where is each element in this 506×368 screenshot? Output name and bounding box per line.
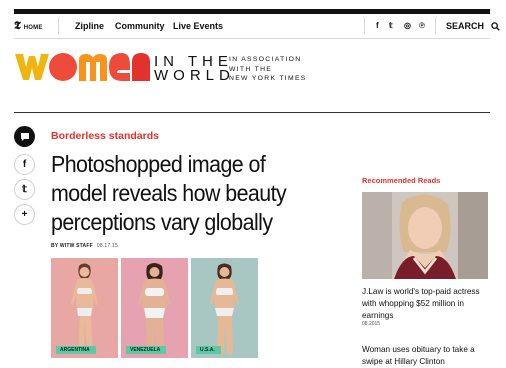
assoc-line-2: WITH THE [229, 65, 273, 73]
recommended-headline-2[interactable]: Woman uses obituary to take a swipe at H… [362, 344, 490, 368]
logo-association-text: IN ASSOCIATION WITH THE NEW YORK TIMES [229, 55, 307, 84]
facebook-icon: f [22, 159, 27, 170]
article-kicker[interactable]: Borderless standards [51, 130, 159, 142]
header-rule [14, 112, 490, 113]
plus-icon: + [21, 209, 28, 220]
nav-divider [435, 18, 436, 34]
photo-label: U.S.A. [196, 346, 221, 354]
recommended-image[interactable] [362, 192, 488, 279]
nav-link-community[interactable]: Community [115, 14, 165, 38]
home-link[interactable]: 𝕿 HOME [14, 14, 43, 38]
twitter-icon[interactable]: 𝕥 [389, 14, 393, 38]
instagram-icon[interactable]: ◎ [404, 14, 411, 38]
search-button[interactable]: SEARCH [446, 14, 500, 38]
article-photo-venezuela[interactable]: VENEZUELA [121, 258, 188, 358]
recommended-reads-title: Recommended Reads [362, 176, 441, 185]
more-share-button[interactable]: + [14, 204, 35, 225]
article-photo-usa[interactable]: U.S.A. [191, 258, 258, 358]
top-nav: 𝕿 HOME Zipline Community Live Events f 𝕥 … [14, 14, 500, 39]
actress-photo [362, 192, 488, 279]
twitter-icon: 𝕥 [22, 184, 27, 195]
author: BY WITW STAFF [51, 243, 93, 249]
nav-link-zipline[interactable]: Zipline [75, 14, 104, 38]
nav-divider [364, 18, 365, 34]
facebook-icon[interactable]: f [376, 14, 379, 38]
recommended-headline[interactable]: J.Law is world's top-paid actress with w… [362, 286, 490, 322]
model-figure [121, 258, 188, 358]
recommended-date: 08.2015 [362, 321, 381, 327]
article-byline: BY WITW STAFF 08.17.15 [51, 243, 118, 249]
search-label: SEARCH [446, 21, 485, 31]
photo-label: ARGENTINA [56, 346, 96, 354]
photo-label: VENEZUELA [126, 346, 167, 354]
home-label: HOME [23, 25, 43, 31]
search-icon [490, 22, 500, 31]
facebook-share-button[interactable]: f [14, 154, 35, 175]
women-logo[interactable] [14, 50, 151, 84]
logo-world: WORLD [154, 67, 235, 84]
publish-date: 08.17.15 [96, 243, 118, 249]
comment-icon [20, 132, 29, 141]
nyt-logo-icon: 𝕿 [14, 19, 21, 32]
nav-divider [58, 18, 59, 34]
twitter-share-button[interactable]: 𝕥 [14, 179, 35, 200]
nav-link-live-events[interactable]: Live Events [173, 14, 223, 38]
assoc-line-3: NEW YORK TIMES [229, 75, 307, 83]
model-figure [191, 258, 258, 358]
model-figure [51, 258, 118, 358]
pinterest-icon[interactable]: ℗ [419, 14, 425, 38]
assoc-line-1: IN ASSOCIATION [229, 56, 302, 63]
article-headline: Photoshopped image of model reveals how … [51, 151, 287, 235]
article-photo-argentina[interactable]: ARGENTINA [51, 258, 118, 358]
comment-button[interactable] [14, 126, 35, 147]
